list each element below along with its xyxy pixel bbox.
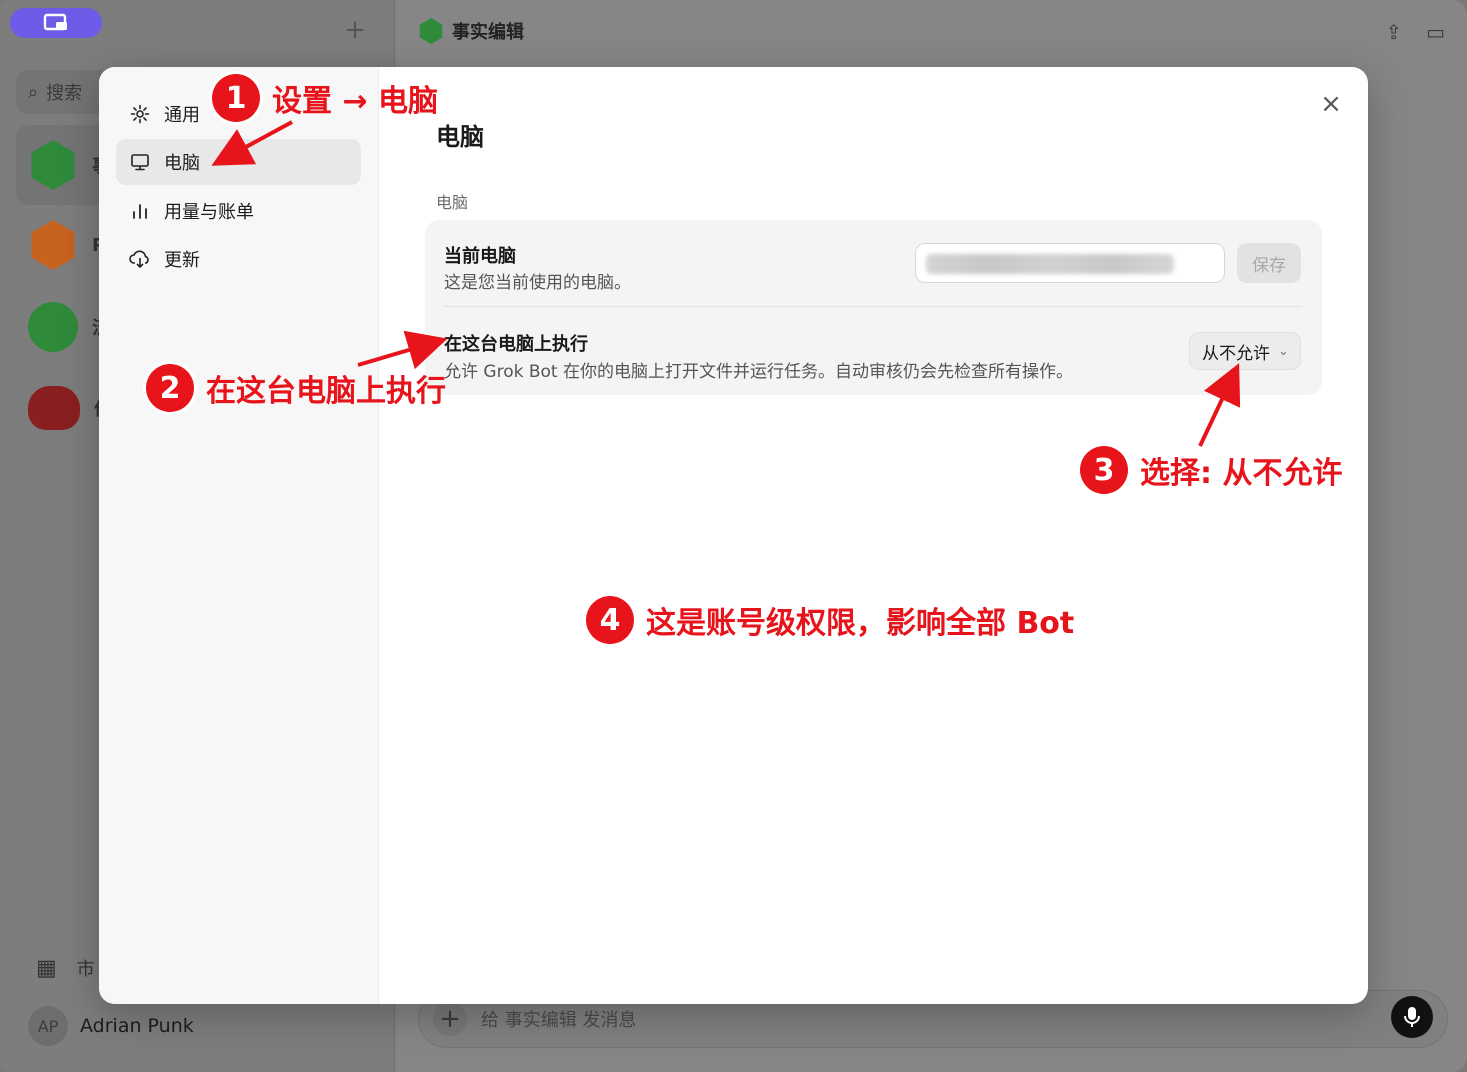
- computer-name-input[interactable]: [915, 243, 1225, 283]
- bot-avatar-icon: [28, 302, 78, 352]
- chevron-down-icon: ⌄: [1278, 343, 1289, 359]
- monitor-icon: [128, 150, 152, 174]
- app-logo-button[interactable]: [10, 8, 102, 38]
- divider: [444, 306, 1302, 307]
- current-computer-desc: 这是您当前使用的电脑。: [444, 273, 631, 293]
- nav-item-computer[interactable]: 电脑: [116, 139, 361, 185]
- bot-avatar-icon: [419, 18, 443, 44]
- user-profile[interactable]: AP Adrian Punk: [28, 1006, 194, 1046]
- share-icon[interactable]: ⇪: [1385, 20, 1402, 44]
- computer-settings-card: 当前电脑 这是您当前使用的电脑。 保存 在这台电脑上执行 允许 Grok Bot…: [425, 220, 1322, 395]
- bar-chart-icon: [128, 199, 152, 223]
- nav-item-label: 电脑: [164, 153, 200, 174]
- annotation-step-3: 3 选择: 从不允许: [1080, 446, 1342, 494]
- annotation-step-1: 1 设置 → 电脑: [212, 74, 438, 122]
- run-on-computer-title: 在这台电脑上执行: [444, 334, 588, 355]
- composer-placeholder: 给 事实编辑 发消息: [481, 1010, 637, 1031]
- permission-select[interactable]: 从不允许 ⌄: [1189, 332, 1301, 370]
- marketplace-link[interactable]: ▦ 市: [36, 955, 95, 981]
- annotation-step-4: 4 这是账号级权限，影响全部 Bot: [586, 596, 1074, 644]
- current-computer-title: 当前电脑: [444, 246, 516, 267]
- chat-header: 事实编辑: [418, 18, 524, 44]
- annotation-text: 选择: 从不允许: [1140, 456, 1343, 491]
- nav-item-label: 更新: [164, 250, 200, 271]
- marketplace-label: 市: [76, 959, 95, 980]
- save-button[interactable]: 保存: [1237, 243, 1301, 283]
- run-on-computer-desc: 允许 Grok Bot 在你的电脑上打开文件并运行任务。自动审核仍会先检查所有操…: [444, 362, 1073, 382]
- user-name: Adrian Punk: [80, 1015, 194, 1037]
- bot-avatar-icon: [31, 140, 75, 190]
- microphone-button[interactable]: [1391, 996, 1433, 1038]
- bot-avatar-icon: [31, 220, 75, 270]
- settings-modal: 通用 电脑 用量与账单 更新 × 电脑 电脑 当前电脑 这是您当前使用的电脑。 …: [99, 67, 1368, 1004]
- nav-item-label: 用量与账单: [164, 202, 254, 223]
- attach-plus-icon[interactable]: +: [433, 1002, 467, 1036]
- annotation-number: 3: [1080, 446, 1128, 494]
- annotation-step-2: 2 在这台电脑上执行: [146, 364, 446, 412]
- section-label: 电脑: [436, 193, 469, 212]
- download-cloud-icon: [128, 247, 152, 271]
- computer-logo-icon: [43, 13, 67, 31]
- redacted-value: [926, 254, 1174, 274]
- annotation-text: 在这台电脑上执行: [206, 374, 446, 409]
- monitor-icon[interactable]: ▭: [1426, 20, 1445, 44]
- annotation-number: 4: [586, 596, 634, 644]
- nav-item-usage-billing[interactable]: 用量与账单: [116, 188, 361, 234]
- search-icon: ⌕: [28, 81, 39, 103]
- close-icon[interactable]: ×: [1320, 91, 1342, 117]
- annotation-number: 1: [212, 74, 260, 122]
- permission-select-value: 从不允许: [1202, 343, 1270, 364]
- microphone-icon: [1404, 1007, 1420, 1027]
- app-window: + ⌕ 搜索 事 P 泛 价 ▦ 市 AP Adrian Punk: [0, 0, 1467, 1072]
- new-chat-plus-icon[interactable]: +: [343, 17, 367, 43]
- page-title: 电脑: [436, 123, 484, 151]
- header-actions: ⇪ ▭: [1385, 20, 1445, 44]
- bot-avatar-icon: [28, 386, 80, 430]
- annotation-text: 这是账号级权限，影响全部 Bot: [646, 606, 1075, 641]
- annotation-text: 设置 → 电脑: [272, 84, 439, 119]
- search-placeholder: 搜索: [46, 83, 83, 104]
- nav-item-label: 通用: [164, 105, 200, 126]
- annotation-number: 2: [146, 364, 194, 412]
- nav-item-updates[interactable]: 更新: [116, 236, 361, 282]
- settings-nav: 通用 电脑 用量与账单 更新: [99, 67, 379, 1004]
- chat-title: 事实编辑: [452, 22, 524, 43]
- avatar: AP: [28, 1006, 68, 1046]
- grid-icon: ▦: [36, 955, 57, 981]
- gear-icon: [128, 102, 152, 126]
